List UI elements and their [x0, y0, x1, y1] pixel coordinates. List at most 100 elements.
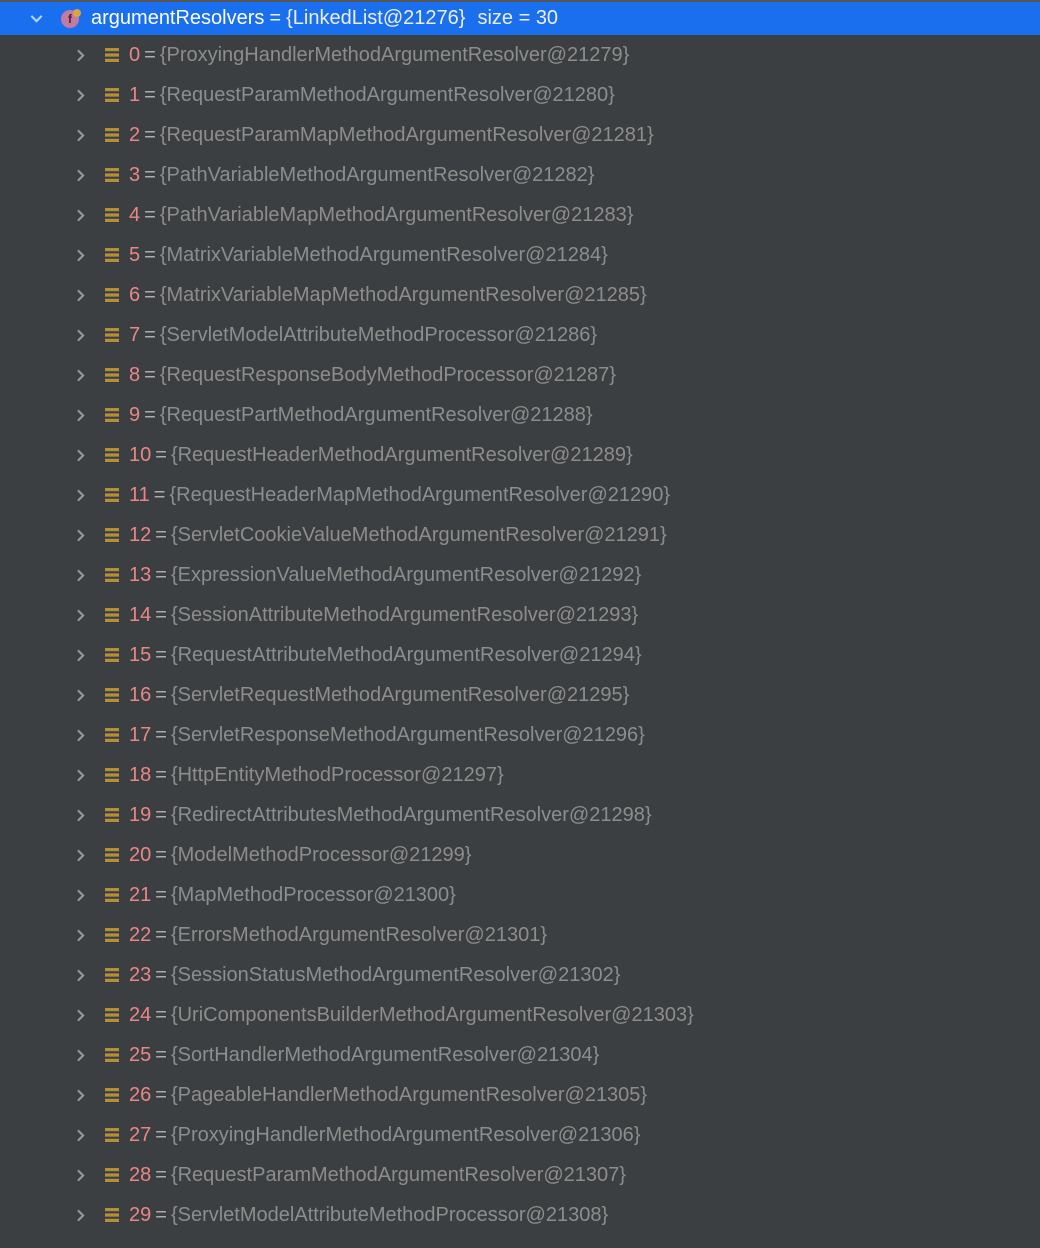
list-item[interactable]: 10 = {RequestHeaderMethodArgumentResolve…: [0, 435, 1040, 475]
list-item[interactable]: 21 = {MapMethodProcessor@21300}: [0, 875, 1040, 915]
equals-sign: =: [155, 804, 167, 827]
item-index: 2: [129, 124, 140, 147]
item-index: 11: [129, 484, 150, 507]
list-item[interactable]: 19 = {RedirectAttributesMethodArgumentRe…: [0, 795, 1040, 835]
list-item[interactable]: 0 = {ProxyingHandlerMethodArgumentResolv…: [0, 35, 1040, 75]
chevron-right-icon: [74, 1209, 87, 1222]
equals-sign: =: [155, 604, 167, 627]
item-value: {ProxyingHandlerMethodArgumentResolver@2…: [160, 44, 629, 67]
list-element-icon: [103, 806, 121, 824]
item-value: {UriComponentsBuilderMethodArgumentResol…: [171, 1004, 694, 1027]
list-element-icon: [103, 1206, 121, 1224]
list-item[interactable]: 13 = {ExpressionValueMethodArgumentResol…: [0, 555, 1040, 595]
item-value: {PathVariableMethodArgumentResolver@2128…: [160, 164, 595, 187]
chevron-right-icon: [74, 329, 87, 342]
list-item[interactable]: 25 = {SortHandlerMethodArgumentResolver@…: [0, 1035, 1040, 1075]
list-element-icon: [103, 766, 121, 784]
list-item[interactable]: 4 = {PathVariableMapMethodArgumentResolv…: [0, 195, 1040, 235]
list-item[interactable]: 14 = {SessionAttributeMethodArgumentReso…: [0, 595, 1040, 635]
item-index: 8: [129, 364, 140, 387]
list-item[interactable]: 7 = {ServletModelAttributeMethodProcesso…: [0, 315, 1040, 355]
list-item[interactable]: 6 = {MatrixVariableMapMethodArgumentReso…: [0, 275, 1040, 315]
chevron-right-icon: [74, 529, 87, 542]
list-item[interactable]: 29 = {ServletModelAttributeMethodProcess…: [0, 1195, 1040, 1235]
item-index: 5: [129, 244, 140, 267]
field-icon: f: [59, 8, 81, 30]
chevron-right-icon: [74, 809, 87, 822]
list-element-icon: [103, 1086, 121, 1104]
equals-sign: =: [154, 484, 166, 507]
list-element-icon: [103, 726, 121, 744]
item-index: 18: [129, 764, 151, 787]
equals-sign: =: [144, 164, 156, 187]
equals-sign: =: [155, 644, 167, 667]
equals-sign: =: [155, 764, 167, 787]
list-item[interactable]: 23 = {SessionStatusMethodArgumentResolve…: [0, 955, 1040, 995]
chevron-right-icon: [74, 569, 87, 582]
item-value: {PathVariableMapMethodArgumentResolver@2…: [160, 204, 634, 227]
list-element-icon: [103, 846, 121, 864]
item-index: 4: [129, 204, 140, 227]
list-item[interactable]: 22 = {ErrorsMethodArgumentResolver@21301…: [0, 915, 1040, 955]
list-item[interactable]: 1 = {RequestParamMethodArgumentResolver@…: [0, 75, 1040, 115]
list-element-icon: [103, 286, 121, 304]
chevron-right-icon: [74, 1129, 87, 1142]
chevron-right-icon: [74, 409, 87, 422]
chevron-right-icon: [74, 1089, 87, 1102]
chevron-right-icon: [74, 209, 87, 222]
chevron-right-icon: [74, 729, 87, 742]
item-index: 22: [129, 924, 151, 947]
item-value: {PageableHandlerMethodArgumentResolver@2…: [171, 1084, 647, 1107]
equals-sign: =: [155, 724, 167, 747]
equals-sign: =: [155, 1004, 167, 1027]
equals-sign: =: [269, 7, 281, 30]
list-element-icon: [103, 966, 121, 984]
chevron-right-icon: [74, 849, 87, 862]
equals-sign: =: [155, 844, 167, 867]
item-index: 28: [129, 1164, 151, 1187]
item-value: {ServletModelAttributeMethodProcessor@21…: [171, 1204, 608, 1227]
list-item[interactable]: 18 = {HttpEntityMethodProcessor@21297}: [0, 755, 1040, 795]
list-item[interactable]: 8 = {RequestResponseBodyMethodProcessor@…: [0, 355, 1040, 395]
item-index: 9: [129, 404, 140, 427]
list-element-icon: [103, 206, 121, 224]
variable-header-row[interactable]: f argumentResolvers = {LinkedList@21276}…: [0, 2, 1040, 35]
list-item[interactable]: 11 = {RequestHeaderMapMethodArgumentReso…: [0, 475, 1040, 515]
equals-sign: =: [144, 364, 156, 387]
list-item[interactable]: 17 = {ServletResponseMethodArgumentResol…: [0, 715, 1040, 755]
list-item[interactable]: 20 = {ModelMethodProcessor@21299}: [0, 835, 1040, 875]
item-value: {ExpressionValueMethodArgumentResolver@2…: [171, 564, 641, 587]
list-item[interactable]: 16 = {ServletRequestMethodArgumentResolv…: [0, 675, 1040, 715]
variable-name: argumentResolvers: [91, 7, 264, 30]
item-value: {ServletCookieValueMethodArgumentResolve…: [171, 524, 667, 547]
chevron-right-icon: [74, 929, 87, 942]
list-item[interactable]: 9 = {RequestPartMethodArgumentResolver@2…: [0, 395, 1040, 435]
item-value: {SortHandlerMethodArgumentResolver@21304…: [171, 1044, 599, 1067]
item-index: 10: [129, 444, 151, 467]
equals-sign: =: [144, 84, 156, 107]
item-value: {MatrixVariableMethodArgumentResolver@21…: [160, 244, 608, 267]
list-element-icon: [103, 126, 121, 144]
list-item[interactable]: 28 = {RequestParamMethodArgumentResolver…: [0, 1155, 1040, 1195]
list-element-icon: [103, 166, 121, 184]
list-item[interactable]: 2 = {RequestParamMapMethodArgumentResolv…: [0, 115, 1040, 155]
item-value: {MatrixVariableMapMethodArgumentResolver…: [160, 284, 647, 307]
item-value: {ServletModelAttributeMethodProcessor@21…: [160, 324, 597, 347]
list-item[interactable]: 5 = {MatrixVariableMethodArgumentResolve…: [0, 235, 1040, 275]
list-item[interactable]: 15 = {RequestAttributeMethodArgumentReso…: [0, 635, 1040, 675]
chevron-right-icon: [74, 489, 87, 502]
chevron-right-icon: [74, 1049, 87, 1062]
list-item[interactable]: 26 = {PageableHandlerMethodArgumentResol…: [0, 1075, 1040, 1115]
chevron-right-icon: [74, 449, 87, 462]
equals-sign: =: [155, 684, 167, 707]
list-item[interactable]: 12 = {ServletCookieValueMethodArgumentRe…: [0, 515, 1040, 555]
list-item[interactable]: 27 = {ProxyingHandlerMethodArgumentResol…: [0, 1115, 1040, 1155]
item-index: 19: [129, 804, 151, 827]
item-value: {SessionStatusMethodArgumentResolver@213…: [171, 964, 620, 987]
list-element-icon: [103, 86, 121, 104]
item-index: 21: [129, 884, 151, 907]
list-item[interactable]: 24 = {UriComponentsBuilderMethodArgument…: [0, 995, 1040, 1035]
item-index: 16: [129, 684, 151, 707]
list-item[interactable]: 3 = {PathVariableMethodArgumentResolver@…: [0, 155, 1040, 195]
item-value: {RequestParamMethodArgumentResolver@2128…: [160, 84, 615, 107]
